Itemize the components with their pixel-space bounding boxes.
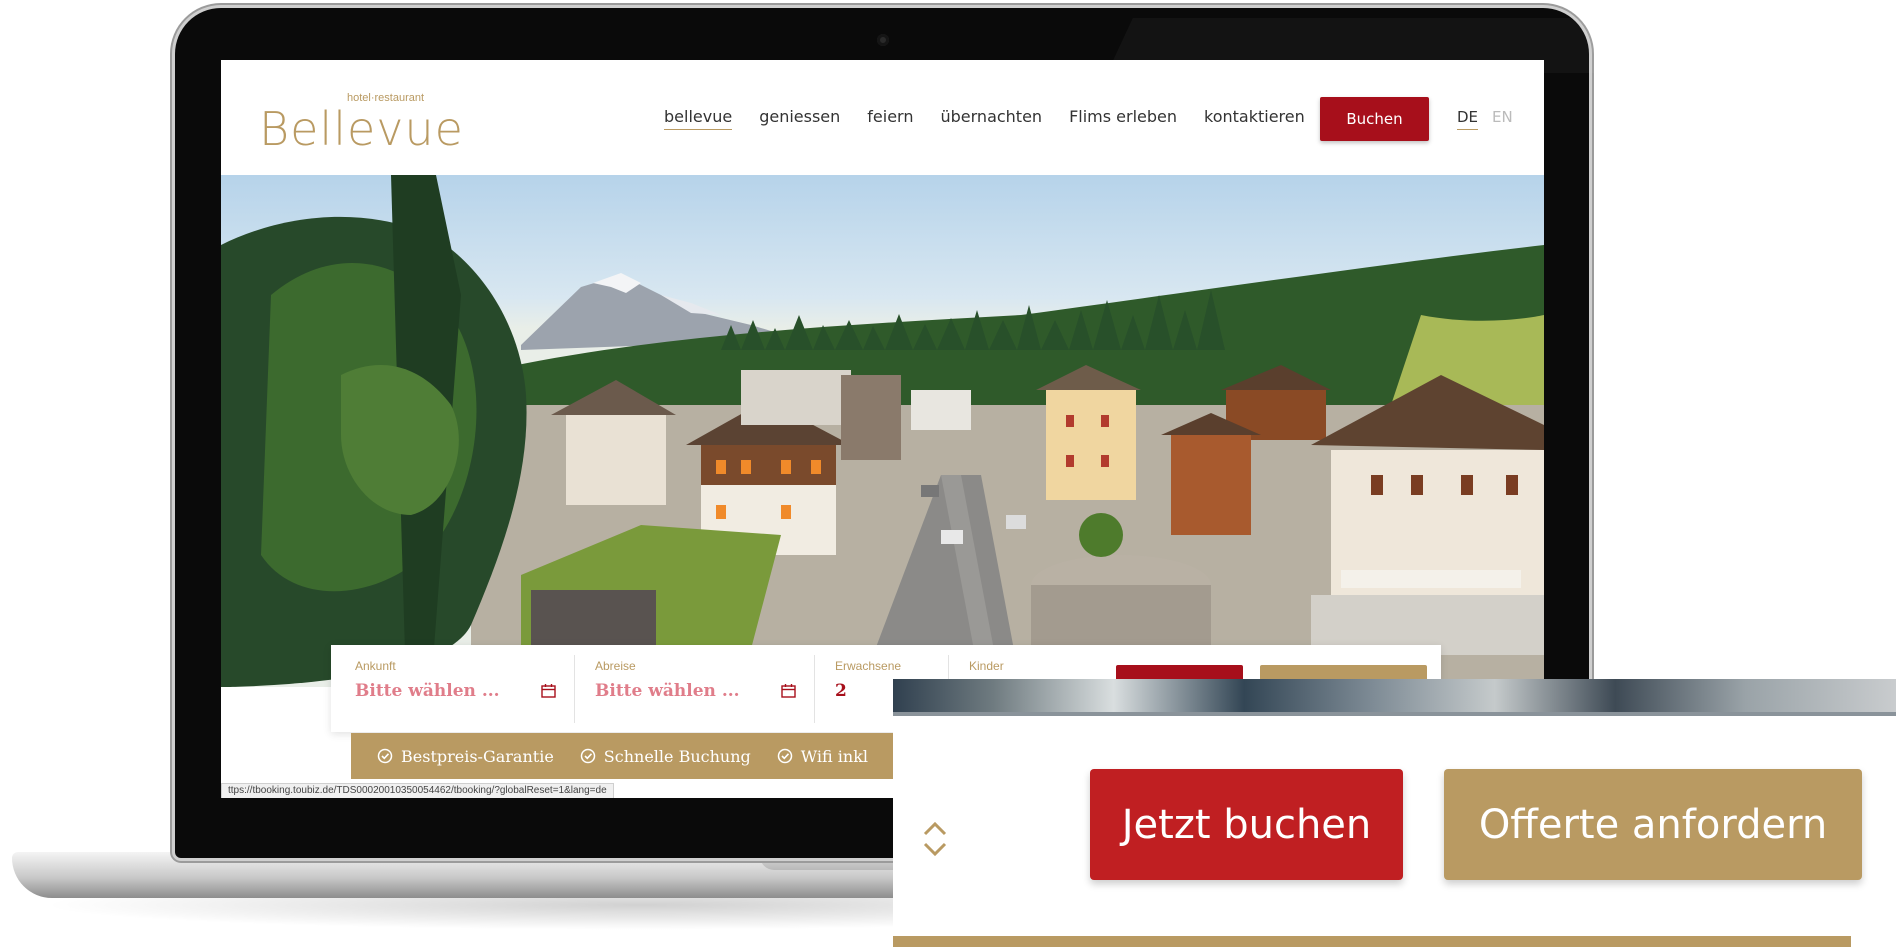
lang-de-link[interactable]: DE	[1457, 108, 1479, 130]
nav-item-kontaktieren[interactable]: kontaktieren	[1204, 107, 1305, 130]
book-button[interactable]: Buchen	[1320, 97, 1429, 141]
logo-wordmark: Bellevue	[259, 102, 464, 156]
usp-label: Bestpreis-Garantie	[401, 746, 554, 766]
zoom-photo-strip	[893, 679, 1896, 716]
departure-label: Abreise	[595, 659, 636, 673]
chevron-up-down-icon[interactable]	[921, 812, 949, 866]
arrival-value: Bitte wählen ...	[355, 681, 500, 701]
arrival-label: Ankunft	[355, 659, 396, 673]
nav-item-feiern[interactable]: feiern	[867, 107, 913, 130]
field-divider	[574, 655, 575, 723]
site-header: hotel·restaurant Bellevue bellevue genie…	[221, 60, 1544, 175]
language-switcher: DE EN	[1457, 108, 1513, 130]
usp-item: Bestpreis-Garantie	[377, 747, 554, 766]
usp-label: Schnelle Buchung	[603, 746, 751, 766]
nav-item-geniessen[interactable]: geniessen	[759, 107, 840, 130]
adults-value: 2	[835, 681, 847, 701]
zoom-photo-edge	[893, 712, 1896, 716]
nav-item-flims-erleben[interactable]: Flims erleben	[1069, 107, 1177, 130]
adults-label: Erwachsene	[835, 659, 902, 673]
logo[interactable]: hotel·restaurant Bellevue	[259, 92, 463, 156]
departure-value: Bitte wählen ...	[595, 681, 740, 701]
usp-item: Schnelle Buchung	[580, 747, 751, 766]
departure-field[interactable]: Abreise Bitte wählen ...	[595, 659, 796, 721]
check-circle-icon	[777, 748, 793, 764]
lang-en-link[interactable]: EN	[1492, 108, 1513, 130]
field-divider	[814, 655, 815, 723]
nav-item-uebernachten[interactable]: übernachten	[940, 107, 1042, 130]
zoom-callout: Jetzt buchen Offerte anfordern	[893, 679, 1896, 947]
arrival-field[interactable]: Ankunft Bitte wählen ...	[355, 659, 556, 721]
zoom-usp-bar	[893, 936, 1851, 947]
status-bar-url: ttps://tbooking.toubiz.de/TDS00020010350…	[221, 783, 614, 798]
nav-item-bellevue[interactable]: bellevue	[664, 107, 733, 130]
usp-item: Wifi inkl	[777, 747, 868, 766]
village-photo	[221, 175, 1544, 687]
request-offer-button[interactable]: Offerte anfordern	[1444, 769, 1862, 880]
calendar-icon[interactable]	[541, 683, 556, 698]
children-label: Kinder	[969, 659, 1004, 673]
calendar-icon[interactable]	[781, 683, 796, 698]
usp-label: Wifi inkl	[800, 746, 869, 766]
camera-icon	[877, 34, 889, 46]
check-circle-icon	[580, 748, 596, 764]
check-circle-icon	[377, 748, 393, 764]
main-nav: bellevue geniessen feiern übernachten Fl…	[664, 107, 1305, 130]
book-now-button[interactable]: Jetzt buchen	[1090, 769, 1403, 880]
hero-image	[221, 175, 1544, 687]
